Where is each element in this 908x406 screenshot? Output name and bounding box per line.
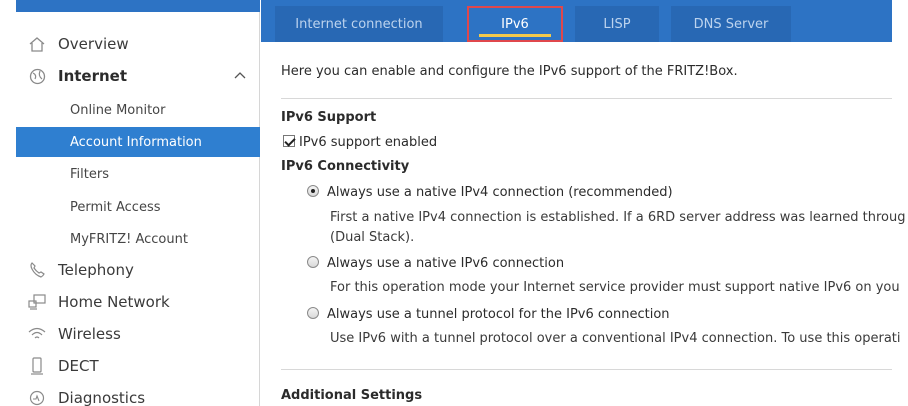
additional-settings-heading: Additional Settings <box>281 388 423 403</box>
ipv6-connectivity-heading: IPv6 Connectivity <box>281 159 410 174</box>
sidebar-item-permit-access[interactable]: Permit Access <box>16 192 260 222</box>
sidebar-item-label: Online Monitor <box>70 102 166 118</box>
ipv6-support-heading: IPv6 Support <box>281 110 377 125</box>
sidebar-item-overview[interactable]: Overview <box>16 28 260 60</box>
radio-description: Use IPv6 with a tunnel protocol over a c… <box>330 331 901 346</box>
diagnostics-icon <box>26 388 48 406</box>
radio-native-ipv6-row[interactable]: Always use a native IPv6 connection <box>307 255 564 271</box>
tab-internet-connection[interactable]: Internet connection <box>275 6 443 42</box>
sidebar-item-label: DECT <box>58 357 99 375</box>
radio-description: First a native IPv4 connection is establ… <box>330 210 906 225</box>
tab-ipv6[interactable]: IPv6 <box>467 6 563 42</box>
sidebar-item-diagnostics[interactable]: Diagnostics <box>16 382 260 406</box>
ipv6-support-checkbox[interactable] <box>283 135 295 147</box>
sidebar-item-online-monitor[interactable]: Online Monitor <box>16 95 260 125</box>
radio-native-ipv4-row[interactable]: Always use a native IPv4 connection (rec… <box>307 184 673 200</box>
sidebar-nav: Overview Internet Online Monitor Account… <box>16 0 260 406</box>
sidebar-item-label: MyFRITZ! Account <box>70 231 188 247</box>
main-panel: Internet connection IPv6 LISP DNS Server… <box>261 0 905 406</box>
sidebar-item-label: Overview <box>58 35 129 53</box>
radio-description: For this operation mode your Internet se… <box>330 280 900 295</box>
sidebar-item-label: Diagnostics <box>58 389 146 406</box>
divider <box>281 369 892 370</box>
sidebar-item-myfritz-account[interactable]: MyFRITZ! Account <box>16 224 260 254</box>
sidebar-item-telephony[interactable]: Telephony <box>16 254 260 286</box>
home-icon <box>26 34 48 54</box>
sidebar-item-label: Home Network <box>58 293 170 311</box>
phone-icon <box>26 260 48 280</box>
ipv6-support-checkbox-row[interactable]: IPv6 support enabled <box>283 134 437 150</box>
sidebar-item-label: Telephony <box>58 261 134 279</box>
sidebar-item-wireless[interactable]: Wireless <box>16 318 260 350</box>
radio-label: Always use a tunnel protocol for the IPv… <box>327 307 670 322</box>
radio-tunnel-row[interactable]: Always use a tunnel protocol for the IPv… <box>307 306 670 322</box>
radio-native-ipv4[interactable] <box>307 185 319 197</box>
sidebar-item-label: Filters <box>70 166 109 182</box>
sidebar-item-label: Permit Access <box>70 199 161 215</box>
network-icon <box>26 292 48 312</box>
tab-label: DNS Server <box>693 16 769 32</box>
intro-text: Here you can enable and configure the IP… <box>281 64 738 79</box>
sidebar-item-account-information[interactable]: Account Information <box>16 127 260 157</box>
radio-description-cont: (Dual Stack). <box>330 230 415 245</box>
sidebar-top-strip <box>16 0 260 12</box>
wifi-icon <box>26 324 48 344</box>
globe-icon <box>26 66 48 86</box>
sidebar-item-home-network[interactable]: Home Network <box>16 286 260 318</box>
radio-label: Always use a native IPv6 connection <box>327 256 565 271</box>
tab-bar: Internet connection IPv6 LISP DNS Server <box>261 0 892 42</box>
sidebar-item-label: Internet <box>58 67 128 85</box>
sidebar-item-dect[interactable]: DECT <box>16 350 260 382</box>
tab-label: IPv6 <box>501 16 529 32</box>
sidebar-item-internet[interactable]: Internet <box>16 60 260 92</box>
divider <box>281 98 892 99</box>
sidebar-item-filters[interactable]: Filters <box>16 159 260 189</box>
tab-lisp[interactable]: LISP <box>575 6 659 42</box>
checkbox-label: IPv6 support enabled <box>299 135 438 150</box>
radio-label: Always use a native IPv4 connection (rec… <box>327 185 673 200</box>
radio-tunnel-protocol[interactable] <box>307 307 319 319</box>
tab-label: Internet connection <box>295 16 423 32</box>
dect-icon <box>26 356 48 376</box>
active-tab-underline <box>479 34 551 37</box>
tab-dns-server[interactable]: DNS Server <box>671 6 791 42</box>
chevron-up-icon[interactable] <box>234 67 246 83</box>
sidebar-item-label: Wireless <box>58 325 121 343</box>
sidebar-item-label: Account Information <box>70 134 202 150</box>
tab-label: LISP <box>603 16 631 32</box>
radio-native-ipv6[interactable] <box>307 256 319 268</box>
